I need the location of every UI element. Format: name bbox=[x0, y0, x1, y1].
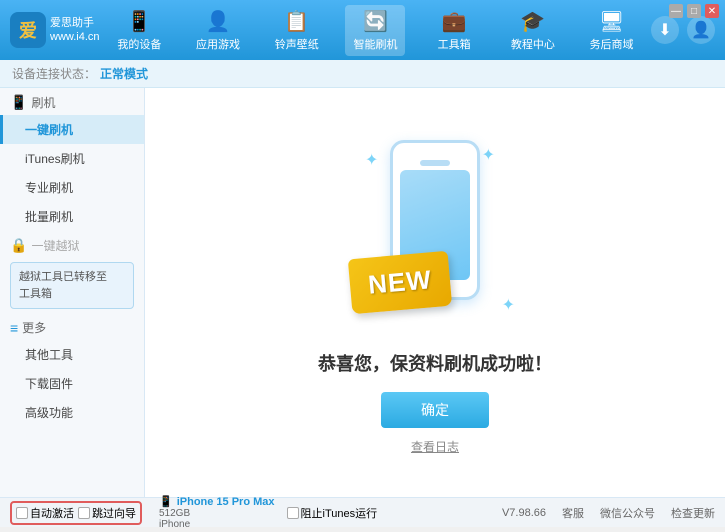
flash-section-icon: 📱 bbox=[10, 94, 27, 111]
main-layout: 📱 刷机 一键刷机 iTunes刷机 专业刷机 批量刷机 🔒 一键越狱 越狱工具… bbox=[0, 88, 725, 497]
device-info: 📱 iPhone 15 Pro Max 512GB iPhone bbox=[155, 493, 279, 532]
nav-flash-label: 智能刷机 bbox=[353, 36, 397, 52]
window-controls: — □ ✕ bbox=[663, 0, 725, 22]
lock-icon: 🔒 bbox=[10, 237, 27, 254]
sidebar-item-one-click-flash[interactable]: 一键刷机 bbox=[0, 115, 144, 144]
nav-tutorial[interactable]: 🎓 教程中心 bbox=[503, 5, 563, 56]
device-type: iPhone bbox=[159, 519, 275, 530]
ringtones-icon: 📋 bbox=[284, 9, 309, 34]
jailbreak-section-label: 一键越狱 bbox=[31, 237, 79, 254]
version-label: V7.98.66 bbox=[502, 507, 546, 519]
jailbreak-notice: 越狱工具已转移至工具箱 bbox=[10, 262, 134, 309]
nav-apps-games[interactable]: 👤 应用游戏 bbox=[188, 5, 248, 56]
customer-service-link[interactable]: 客服 bbox=[562, 505, 584, 521]
new-badge-text: NEW bbox=[367, 264, 433, 300]
status-bar: 设备连接状态： 正常模式 bbox=[0, 60, 725, 88]
sidebar-section-jailbreak: 🔒 一键越狱 bbox=[0, 231, 144, 258]
device-storage: 512GB bbox=[159, 508, 275, 519]
more-icon: ≡ bbox=[10, 320, 18, 336]
nav-ringtones[interactable]: 📋 铃声壁纸 bbox=[267, 5, 327, 56]
content-area: ✦ ✦ ✦ NEW 恭喜您，保资料刷机成功啦！ 确定 查看日志 bbox=[145, 88, 725, 497]
maximize-button[interactable]: □ bbox=[687, 4, 701, 18]
bottom-left: 自动激活 跳过向导 bbox=[10, 501, 155, 525]
sidebar-item-download-firmware[interactable]: 下载固件 bbox=[0, 369, 144, 398]
flash-icon: 🔄 bbox=[363, 9, 388, 34]
nav-my-device[interactable]: 📱 我的设备 bbox=[109, 5, 169, 56]
nav-toolbox[interactable]: 💼 工具箱 bbox=[424, 5, 484, 56]
sidebar: 📱 刷机 一键刷机 iTunes刷机 专业刷机 批量刷机 🔒 一键越狱 越狱工具… bbox=[0, 88, 145, 497]
sidebar-section-more: ≡ 更多 bbox=[0, 313, 144, 340]
logo: 爱 爱思助手 www.i4.cn bbox=[10, 12, 100, 48]
minimize-button[interactable]: — bbox=[669, 4, 683, 18]
auto-activate-check[interactable] bbox=[16, 507, 28, 519]
auto-guide-checkbox[interactable]: 跳过向导 bbox=[78, 505, 136, 521]
auto-activate-checkbox[interactable]: 自动激活 bbox=[16, 505, 74, 521]
sparkle-br: ✦ bbox=[502, 295, 515, 315]
sparkle-tr: ✦ bbox=[482, 145, 495, 165]
confirm-button[interactable]: 确定 bbox=[381, 392, 489, 428]
device-icon: 📱 bbox=[127, 9, 152, 34]
tutorial-icon: 🎓 bbox=[520, 9, 545, 34]
nav-items: 📱 我的设备 👤 应用游戏 📋 铃声壁纸 🔄 智能刷机 💼 工具箱 🎓 教程中心… bbox=[100, 5, 651, 56]
stop-itunes-label: 阻止iTunes运行 bbox=[301, 505, 378, 521]
nav-tutorial-label: 教程中心 bbox=[511, 36, 555, 52]
sidebar-item-advanced[interactable]: 高级功能 bbox=[0, 398, 144, 427]
sidebar-item-batch-flash[interactable]: 批量刷机 bbox=[0, 202, 144, 231]
status-label: 设备连接状态： bbox=[12, 65, 96, 82]
sparkle-tl: ✦ bbox=[365, 150, 378, 170]
nav-business[interactable]: 🖥 务后商域 bbox=[582, 5, 642, 56]
auto-activate-label: 自动激活 bbox=[30, 505, 74, 521]
nav-business-label: 务后商域 bbox=[590, 36, 634, 52]
success-illustration: ✦ ✦ ✦ NEW bbox=[345, 130, 525, 330]
success-message: 恭喜您，保资料刷机成功啦！ bbox=[318, 350, 552, 376]
device-section: 自动激活 跳过向导 bbox=[10, 501, 142, 525]
auto-guide-check[interactable] bbox=[78, 507, 90, 519]
new-ribbon: NEW bbox=[348, 251, 452, 315]
sidebar-section-flash: 📱 刷机 bbox=[0, 88, 144, 115]
nav-my-device-label: 我的设备 bbox=[117, 36, 161, 52]
sidebar-item-itunes-flash[interactable]: iTunes刷机 bbox=[0, 144, 144, 173]
auto-guide-label: 跳过向导 bbox=[92, 505, 136, 521]
nav-ringtones-label: 铃声壁纸 bbox=[275, 36, 319, 52]
check-update-link[interactable]: 检查更新 bbox=[671, 505, 715, 521]
apps-icon: 👤 bbox=[206, 9, 231, 34]
device-name-display: 📱 iPhone 15 Pro Max bbox=[159, 495, 275, 508]
close-button[interactable]: ✕ bbox=[705, 4, 719, 18]
flash-section-label: 刷机 bbox=[31, 94, 55, 111]
logo-icon: 爱 bbox=[10, 12, 46, 48]
nav-apps-label: 应用游戏 bbox=[196, 36, 240, 52]
logo-text: 爱思助手 www.i4.cn bbox=[50, 16, 100, 45]
device-phone-icon: 📱 bbox=[159, 495, 173, 508]
header: 爱 爱思助手 www.i4.cn 📱 我的设备 👤 应用游戏 📋 铃声壁纸 🔄 … bbox=[0, 0, 725, 60]
view-log-link[interactable]: 查看日志 bbox=[411, 438, 459, 455]
nav-toolbox-label: 工具箱 bbox=[438, 36, 471, 52]
more-section-label: 更多 bbox=[22, 319, 46, 336]
bottom-bar: 自动激活 跳过向导 📱 iPhone 15 Pro Max 512GB iPho… bbox=[0, 497, 725, 527]
status-value: 正常模式 bbox=[100, 65, 148, 82]
wechat-link[interactable]: 微信公众号 bbox=[600, 505, 655, 521]
toolbox-icon: 💼 bbox=[442, 9, 467, 34]
nav-smart-flash[interactable]: 🔄 智能刷机 bbox=[345, 5, 405, 56]
business-icon: 🖥 bbox=[599, 9, 624, 34]
stop-itunes-check[interactable] bbox=[287, 507, 299, 519]
phone-notch bbox=[420, 160, 450, 166]
bottom-right: V7.98.66 客服 微信公众号 检查更新 bbox=[501, 505, 715, 521]
stop-itunes-section: 阻止iTunes运行 bbox=[279, 505, 501, 521]
stop-itunes-checkbox[interactable]: 阻止iTunes运行 bbox=[287, 505, 378, 521]
sidebar-item-pro-flash[interactable]: 专业刷机 bbox=[0, 173, 144, 202]
sidebar-item-other-tools[interactable]: 其他工具 bbox=[0, 340, 144, 369]
